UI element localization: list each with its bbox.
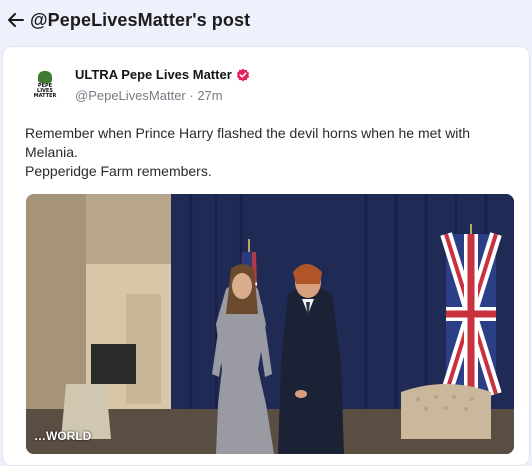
post-video[interactable]: …WORLD bbox=[26, 194, 514, 454]
post-text: Remember when Prince Harry flashed the d… bbox=[25, 124, 505, 181]
pepe-logo-icon bbox=[38, 71, 52, 83]
back-arrow-icon[interactable] bbox=[6, 10, 26, 30]
name-row: ULTRA Pepe Lives Matter bbox=[75, 67, 250, 82]
avatar[interactable]: PEPE LIVES MATTER bbox=[27, 67, 63, 103]
verified-badge-icon bbox=[236, 68, 249, 81]
video-frame bbox=[26, 194, 514, 454]
display-name[interactable]: ULTRA Pepe Lives Matter bbox=[75, 67, 232, 82]
page-title: @PepeLivesMatter's post bbox=[30, 9, 251, 30]
top-bar: @PepeLivesMatter's post bbox=[0, 0, 532, 40]
video-watermark: …WORLD bbox=[34, 429, 92, 443]
post-text-line: Pepperidge Farm remembers. bbox=[25, 163, 212, 179]
author-info: ULTRA Pepe Lives Matter @PepeLivesMatter… bbox=[75, 67, 250, 103]
post-author: PEPE LIVES MATTER ULTRA Pepe Lives Matte… bbox=[27, 67, 250, 103]
handle[interactable]: @PepeLivesMatter bbox=[75, 88, 186, 103]
handle-row: @PepeLivesMatter · 27m bbox=[75, 88, 250, 103]
post-card: PEPE LIVES MATTER ULTRA Pepe Lives Matte… bbox=[2, 46, 530, 466]
post-text-line: Remember when Prince Harry flashed the d… bbox=[25, 125, 471, 160]
separator: · bbox=[185, 88, 198, 103]
timestamp[interactable]: 27m bbox=[197, 88, 222, 103]
avatar-text: PEPE LIVES MATTER bbox=[33, 83, 57, 99]
